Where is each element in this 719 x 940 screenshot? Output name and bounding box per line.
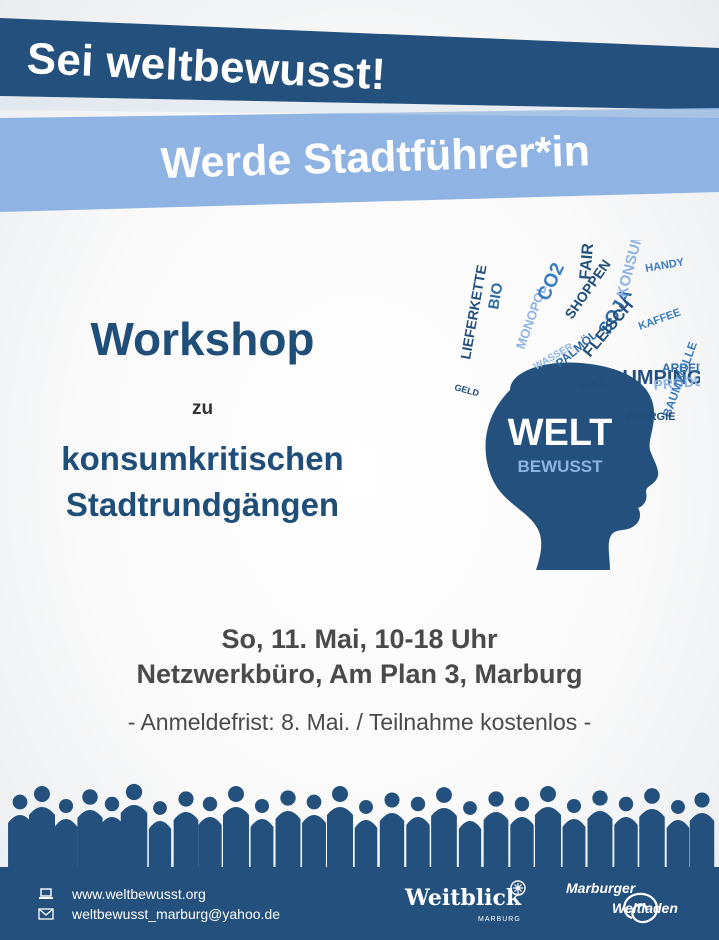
- person-head: [488, 791, 504, 807]
- event-type: Workshop: [90, 313, 315, 365]
- cloud-word: ENERGIE: [626, 411, 676, 423]
- weitblick-logo: Weitblick: [405, 885, 522, 911]
- envelope-icon: [38, 907, 54, 921]
- cloud-word: BIO: [485, 281, 506, 311]
- weitblick-city: MARBURG: [478, 916, 521, 923]
- cloud-word: CO2: [533, 260, 569, 304]
- website-link[interactable]: www.weltbewusst.org: [72, 886, 206, 902]
- person-head: [306, 794, 322, 810]
- person-head: [254, 798, 270, 814]
- person-head: [592, 790, 608, 806]
- person-head: [618, 796, 634, 812]
- event-topic-line2: Stadtrundgängen: [65, 486, 340, 523]
- flyer: Sei weltbewusst! Werde Stadtführer*in Wo…: [0, 0, 719, 940]
- event-venue: Netzwerkbüro, Am Plan 3, Marburg: [136, 659, 583, 689]
- cloud-word: KAFFEE: [637, 306, 682, 332]
- logo-word-welt: WELT: [508, 412, 613, 454]
- event-note: - Anmeldefrist: 8. Mai. / Teilnahme kost…: [127, 709, 592, 735]
- person-head: [104, 796, 120, 812]
- person-head: [280, 790, 296, 806]
- weltladen-line1: Marburger: [566, 880, 636, 896]
- person-head: [332, 786, 348, 802]
- event-date: So, 11. Mai, 10-18 Uhr: [221, 624, 498, 654]
- header-bands: [0, 18, 719, 212]
- person-head: [153, 801, 167, 815]
- logo-word-bewusst: BEWUSST: [518, 457, 604, 476]
- person-head: [671, 800, 685, 814]
- person-head: [58, 798, 74, 814]
- head-silhouette: WELT BEWUSST LIEFERKETTEBIO MONOPOLCO2SHO…: [453, 183, 719, 570]
- person-head: [34, 786, 50, 802]
- email-row[interactable]: weltbewusst_marburg@yahoo.de: [38, 904, 280, 924]
- email-link[interactable]: weltbewusst_marburg@yahoo.de: [72, 906, 280, 922]
- weltladen-line2: Weltladen: [612, 900, 678, 916]
- cloud-word: KONSUM: [613, 240, 647, 299]
- person-head: [694, 792, 710, 808]
- event-topic-line1: konsumkritischen: [61, 440, 344, 477]
- laptop-icon: [38, 887, 54, 901]
- website-row[interactable]: www.weltbewusst.org: [38, 884, 206, 904]
- person-head: [463, 801, 477, 815]
- person-head: [384, 792, 400, 808]
- person-head: [566, 798, 582, 814]
- person-head: [125, 783, 143, 801]
- weitblick-star-icon: [510, 880, 526, 896]
- person-head: [228, 786, 244, 802]
- person-head: [540, 786, 556, 802]
- weltladen-logo: Marburger Weltladen: [560, 878, 710, 930]
- person-head: [178, 791, 194, 807]
- person-head: [202, 796, 218, 812]
- cloud-word: GELD: [453, 382, 480, 398]
- person-head: [359, 800, 373, 814]
- person-head: [82, 789, 98, 805]
- person-head: [644, 788, 660, 804]
- cloud-word: LIEFERKETTE: [457, 264, 489, 361]
- cloud-word: HANDY: [644, 256, 685, 275]
- person-head: [410, 796, 426, 812]
- person-head: [514, 796, 530, 812]
- weltbewusst-logo: WELT BEWUSST LIEFERKETTE BIO MONOPOL CO2 SHO…: [440, 183, 719, 580]
- person-head: [12, 794, 28, 810]
- event-connector: zu: [191, 398, 214, 419]
- person-head: [436, 787, 452, 803]
